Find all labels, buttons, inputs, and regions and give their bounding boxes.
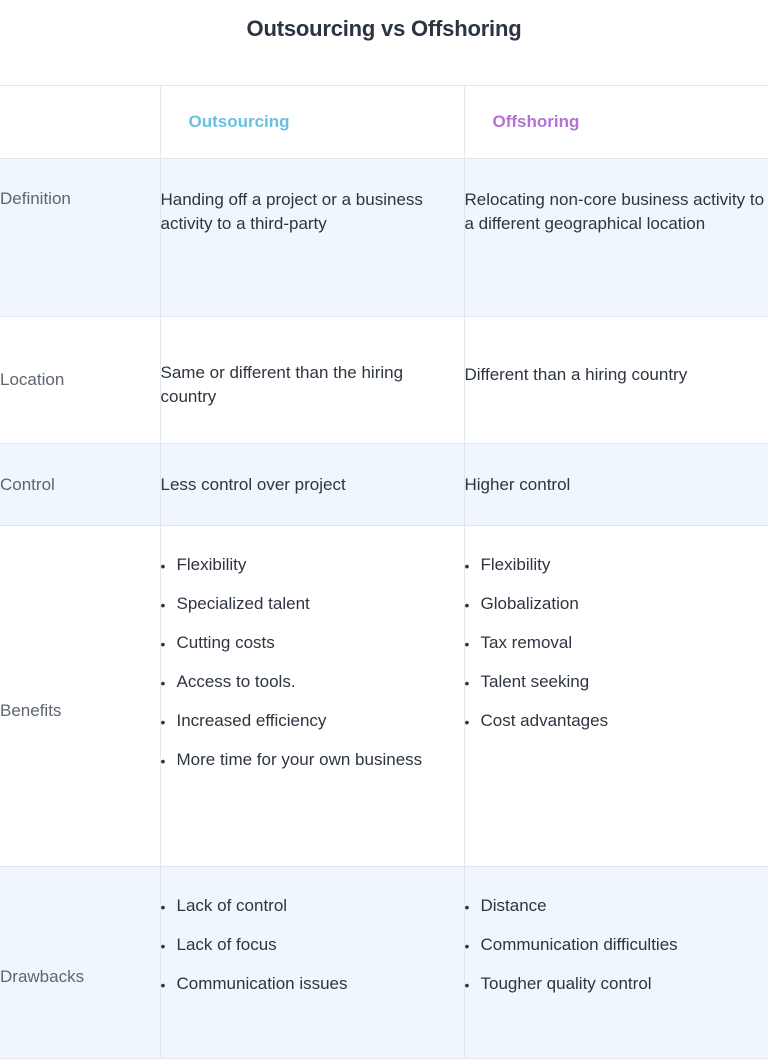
list-item-text: Increased efficiency: [177, 710, 464, 731]
outsourcing-cell: Less control over project: [160, 444, 464, 526]
bullet-list: • Flexibility • Globalization • Tax removal • T…: [465, 554, 768, 731]
bullet-icon: •: [465, 895, 470, 919]
offshoring-cell: Relocating non-core business activity to…: [464, 159, 768, 317]
list-item-text: Lack of focus: [177, 934, 464, 955]
offshoring-cell: • Flexibility • Globalization • Tax removal • T…: [464, 526, 768, 867]
table-row-drawbacks: Drawbacks •Lack of control•Lack of focus…: [0, 867, 768, 1059]
table-header-row: Outsourcing Offshoring: [0, 86, 768, 159]
bullet-icon: •: [465, 973, 470, 997]
list-item: • Tougher quality control: [465, 973, 768, 994]
list-item: • Lack of focus: [161, 934, 464, 955]
bullet-icon: •: [161, 749, 166, 773]
list-item-text: Lack of control: [177, 895, 464, 916]
bullet-icon: •: [161, 973, 166, 997]
table-row-location: Location Same or different than the hiri…: [0, 317, 768, 444]
bullet-list: • Distance • Communication difficulties • Tou…: [465, 895, 768, 994]
list-item-text: Talent seeking: [481, 671, 768, 692]
bullet-icon: •: [161, 593, 166, 617]
list-item-text: Communication difficulties: [481, 934, 768, 955]
offshoring-cell: Higher control: [464, 444, 768, 526]
comparison-table: Outsourcing Offshoring Definition Handin…: [0, 85, 768, 1059]
list-item: • Globalization: [465, 593, 768, 614]
bullet-icon: •: [465, 671, 470, 695]
list-item: • Increased efficiency: [161, 710, 464, 731]
header-outsourcing: Outsourcing: [160, 86, 464, 159]
table-row-control: Control Less control over project Higher…: [0, 444, 768, 526]
list-item-text: Tougher quality control: [481, 973, 768, 994]
list-item: • Tax removal: [465, 632, 768, 653]
outsourcing-cell: Handing off a project or a business acti…: [160, 159, 464, 317]
list-item-text: Tax removal: [481, 632, 768, 653]
bullet-icon: •: [161, 671, 166, 695]
table-row-definition: Definition Handing off a project or a bu…: [0, 159, 768, 317]
bullet-icon: •: [465, 593, 470, 617]
outsourcing-cell: Same or different than the hiring countr…: [160, 317, 464, 444]
offshoring-cell: Different than a hiring country: [464, 317, 768, 444]
list-item-text: More time for your own business: [177, 749, 464, 770]
row-label: Benefits: [0, 526, 160, 867]
list-item: • Communication issues: [161, 973, 464, 994]
bullet-icon: •: [161, 895, 166, 919]
bullet-icon: •: [465, 632, 470, 656]
row-label: Definition: [0, 159, 160, 317]
page-title: Outsourcing vs Offshoring: [0, 16, 768, 42]
list-item: • Cost advantages: [465, 710, 768, 731]
list-item: • Lack of control: [161, 895, 464, 916]
bullet-icon: •: [161, 934, 166, 958]
bullet-icon: •: [161, 632, 166, 656]
outsourcing-cell: • Flexibility • Specialized talent • Cutting …: [160, 526, 464, 867]
list-item-text: Flexibility: [177, 554, 464, 575]
header-offshoring: Offshoring: [464, 86, 768, 159]
bullet-icon: •: [465, 710, 470, 734]
list-item-text: Access to tools.: [177, 671, 464, 692]
list-item: • Flexibility: [161, 554, 464, 575]
list-item: • Distance: [465, 895, 768, 916]
list-item: • More time for your own business: [161, 749, 464, 770]
offshoring-cell: • Distance • Communication difficulties • Tou…: [464, 867, 768, 1059]
list-item-text: Communication issues: [177, 973, 464, 994]
list-item-text: Distance: [481, 895, 768, 916]
list-item-text: Cost advantages: [481, 710, 768, 731]
bullet-icon: •: [465, 554, 470, 578]
bullet-icon: •: [161, 554, 166, 578]
list-item-text: Specialized talent: [177, 593, 464, 614]
row-label: Location: [0, 317, 160, 444]
row-label: Control: [0, 444, 160, 526]
row-label: Drawbacks: [0, 867, 160, 1059]
header-blank-cell: [0, 86, 160, 159]
list-item-text: Flexibility: [481, 554, 768, 575]
list-item: • Access to tools.: [161, 671, 464, 692]
list-item: • Specialized talent: [161, 593, 464, 614]
list-item: • Talent seeking: [465, 671, 768, 692]
list-item: • Cutting costs: [161, 632, 464, 653]
list-item-text: Cutting costs: [177, 632, 464, 653]
list-item: • Communication difficulties: [465, 934, 768, 955]
bullet-list: • Lack of control • Lack of focus • Communica…: [161, 895, 464, 994]
bullet-list: • Flexibility • Specialized talent • Cutting …: [161, 554, 464, 770]
table-row-benefits: Benefits •Flexibility•Specialized talent…: [0, 526, 768, 867]
bullet-icon: •: [161, 710, 166, 734]
bullet-icon: •: [465, 934, 470, 958]
list-item: • Flexibility: [465, 554, 768, 575]
list-item-text: Globalization: [481, 593, 768, 614]
outsourcing-cell: • Lack of control • Lack of focus • Communica…: [160, 867, 464, 1059]
